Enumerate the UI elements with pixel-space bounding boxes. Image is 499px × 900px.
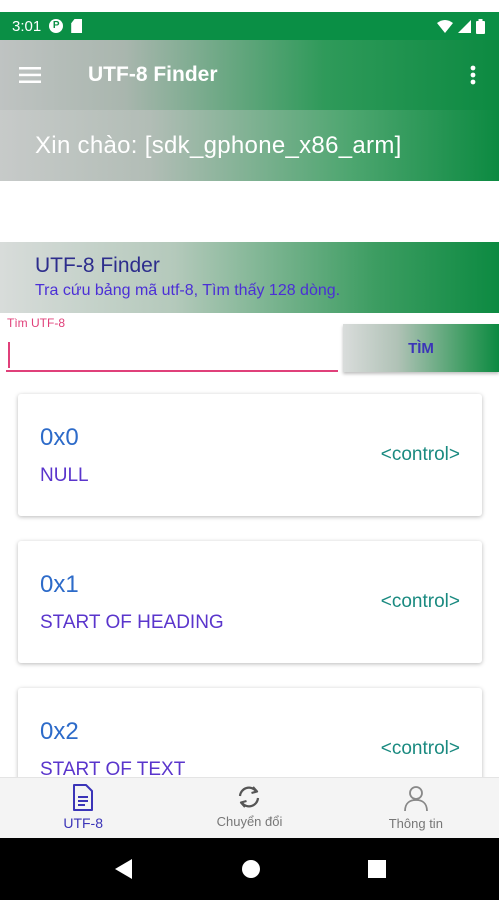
- nav-item-info[interactable]: Thông tin: [333, 778, 499, 838]
- person-icon: [403, 786, 428, 812]
- result-code: 0x1: [40, 571, 79, 598]
- document-icon: [73, 784, 94, 811]
- result-card[interactable]: 0x2 START OF TEXT <control>: [18, 688, 482, 777]
- result-card[interactable]: 0x1 START OF HEADING <control>: [18, 541, 482, 663]
- result-type: <control>: [380, 591, 460, 612]
- status-bar: 3:01 P: [0, 12, 499, 40]
- wifi-icon: [437, 19, 453, 33]
- search-button[interactable]: TÌM: [343, 324, 499, 372]
- result-type: <control>: [380, 738, 460, 759]
- result-card[interactable]: 0x0 NULL <control>: [18, 394, 482, 516]
- status-right-icons: [437, 18, 485, 34]
- greeting-text: Xin chào: [sdk_gphone_x86_arm]: [35, 131, 402, 159]
- nav-item-convert[interactable]: Chuyển đổi: [166, 778, 332, 838]
- device-top-edge: [0, 0, 499, 12]
- battery-icon: [476, 18, 485, 34]
- results-list[interactable]: 0x0 NULL <control> 0x1 START OF HEADING …: [0, 384, 499, 777]
- search-input[interactable]: [6, 336, 338, 372]
- result-code: 0x0: [40, 424, 79, 451]
- app-bar: UTF-8 Finder: [0, 40, 499, 110]
- info-banner: UTF-8 Finder Tra cứu bảng mã utf-8, Tìm …: [0, 242, 499, 313]
- circle-app-icon: P: [49, 19, 64, 33]
- menu-button[interactable]: [0, 40, 60, 110]
- nav-item-utf8[interactable]: UTF-8: [0, 778, 166, 838]
- signal-icon: [458, 19, 471, 33]
- result-name: NULL: [40, 465, 89, 486]
- system-navigation-bar: [0, 838, 499, 900]
- status-time: 3:01: [12, 17, 42, 35]
- result-code: 0x2: [40, 718, 79, 745]
- more-vert-icon: [470, 65, 476, 85]
- sd-card-icon: [71, 19, 83, 33]
- text-cursor: [8, 342, 10, 368]
- sync-icon: [239, 786, 260, 808]
- bottom-navigation: UTF-8 Chuyển đổi Thông tin: [0, 777, 499, 838]
- nav-label: Chuyển đổi: [216, 814, 283, 829]
- recents-icon[interactable]: [367, 860, 386, 878]
- app-title: UTF-8 Finder: [88, 63, 218, 86]
- info-subtitle: Tra cứu bảng mã utf-8, Tìm thấy 128 dòng…: [35, 282, 341, 299]
- hamburger-menu-icon: [19, 67, 41, 83]
- result-type: <control>: [380, 444, 460, 465]
- greeting-banner: Xin chào: [sdk_gphone_x86_arm]: [0, 110, 499, 181]
- result-name: START OF TEXT: [40, 759, 186, 777]
- nav-label: Thông tin: [388, 816, 443, 831]
- back-icon[interactable]: [114, 858, 134, 880]
- result-name: START OF HEADING: [40, 612, 224, 633]
- more-options-button[interactable]: [447, 40, 499, 110]
- nav-label: UTF-8: [63, 815, 103, 831]
- info-title: UTF-8 Finder: [35, 254, 160, 277]
- home-icon[interactable]: [241, 859, 261, 879]
- search-label: Tìm UTF-8: [7, 316, 65, 330]
